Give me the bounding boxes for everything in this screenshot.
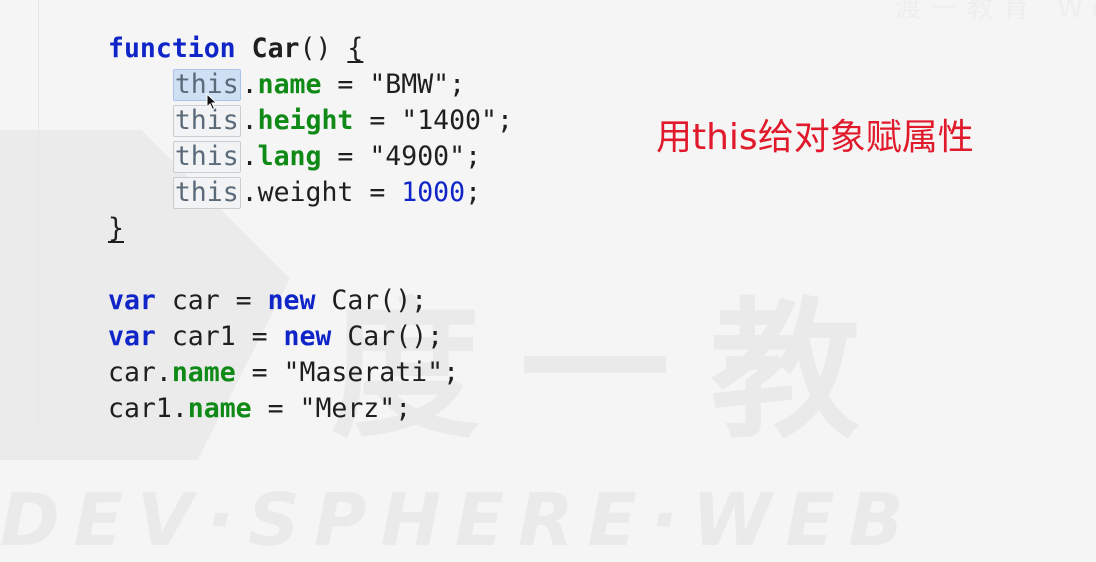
code-line-this-height: this .height = "1400"; [172,105,513,137]
assign-operator: = [353,105,402,136]
assign-operator: = [321,141,370,172]
semicolon: ; [465,141,482,172]
object-ref: car1. [108,393,188,424]
property-name: lang [257,141,322,172]
close-brace: } [108,213,124,244]
string-value: "Maserati" [283,357,444,388]
semicolon: ; [443,357,460,388]
semicolon: ; [465,177,482,208]
keyword-function: function [108,33,236,64]
this-keyword-highlight[interactable]: this [172,141,241,173]
property-name: height [257,105,354,136]
keyword-new: new [267,285,316,316]
code-line-var-car: var car = new Car(); [108,283,513,319]
keyword-var: var [108,285,156,316]
watermark-bottom-text: DEV·SPHERE·WEB [0,478,918,562]
open-brace: { [347,33,364,64]
semicolon: ; [496,105,513,136]
mouse-cursor-icon [206,93,218,111]
string-value: "1400" [401,105,497,136]
property-name: name [257,69,322,100]
number-value: 1000 [401,177,466,208]
property-name: weight [257,177,354,208]
code-line-car1-name: car1.name = "Merz"; [108,391,513,427]
code-line-this-lang: this .lang = "4900"; [172,141,482,173]
this-keyword-highlight[interactable]: this [172,177,241,209]
constructor-call: Car(); [315,285,428,316]
function-name: Car [251,33,300,64]
object-ref: car. [108,357,172,388]
variable-decl: car = [155,285,268,316]
string-value: "Merz" [299,393,396,424]
code-line-function-declaration: function Car() { [108,31,513,67]
keyword-var: var [108,321,156,352]
keyword-new: new [283,321,332,352]
code-line-close-brace: } [108,211,513,247]
variable-decl: car1 = [155,321,284,352]
watermark-top-text: 渡一教育 Web [895,0,1096,24]
string-value: "BMW" [369,69,450,100]
code-line-this-weight: this .weight = 1000; [172,177,482,209]
assign-operator: = [251,393,300,424]
editor-gutter-line [38,0,39,425]
function-parens: () [299,33,348,64]
code-editor[interactable]: function Car() { this .name = "BMW"; this… [108,31,513,427]
code-line-car-name: car.name = "Maserati"; [108,355,513,391]
annotation-label: 用this给对象赋属性 [656,117,974,158]
semicolon: ; [395,393,412,424]
semicolon: ; [449,69,466,100]
code-line-var-car1: var car1 = new Car(); [108,319,513,355]
assign-operator: = [235,357,284,388]
assign-operator: = [353,177,402,208]
property-name: name [187,393,252,424]
string-value: "4900" [369,141,466,172]
property-name: name [171,357,236,388]
assign-operator: = [321,69,370,100]
constructor-call: Car(); [331,321,444,352]
code-line-this-name: this .name = "BMW"; [172,69,466,101]
